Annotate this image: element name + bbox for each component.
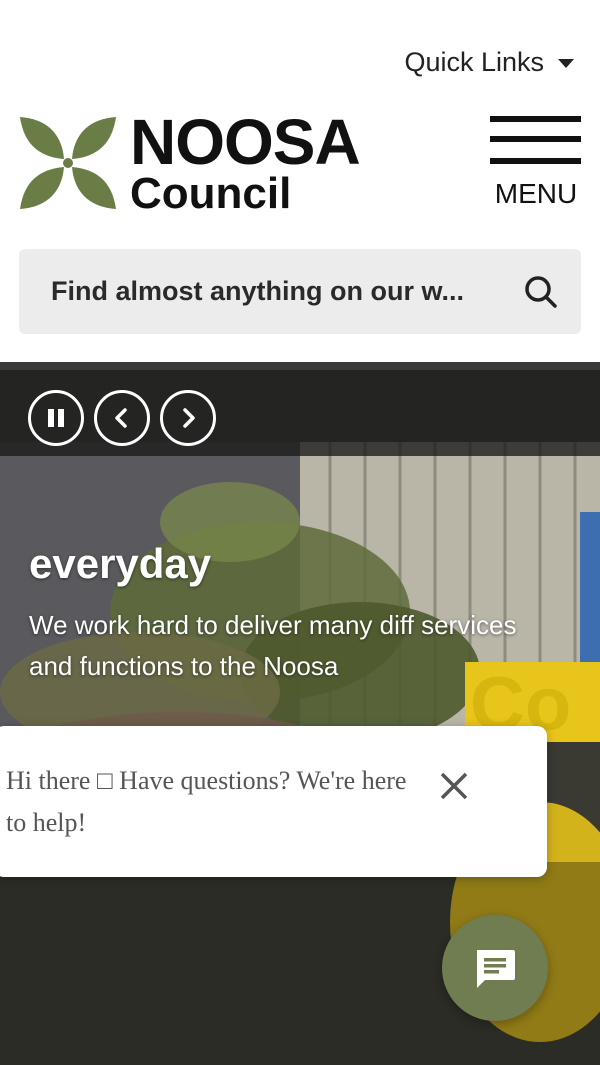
open-chat-button[interactable] (442, 915, 548, 1021)
search-placeholder: Find almost anything on our w... (51, 276, 464, 306)
menu-button[interactable]: MENU (490, 114, 582, 214)
chat-prompt-bubble[interactable]: Hi there □ Have questions? We're here to… (0, 726, 547, 877)
hero-body-text: We work hard to deliver many diff servic… (29, 610, 517, 681)
logo-subtitle: Council (130, 169, 292, 218)
chat-message-icon (477, 950, 515, 988)
hamburger-icon (490, 116, 581, 122)
hamburger-bar (490, 158, 581, 164)
previous-slide-button[interactable] (94, 390, 150, 446)
quick-links-label: Quick Links (404, 46, 544, 77)
carousel-controls-bar (0, 362, 600, 456)
caret-down-icon (558, 58, 574, 68)
quick-links-dropdown[interactable]: Quick Links (404, 42, 574, 82)
hamburger-bar (490, 136, 581, 142)
pause-button[interactable] (28, 390, 84, 446)
search-icon[interactable] (521, 272, 561, 312)
close-icon[interactable] (434, 766, 474, 806)
noosa-council-logo[interactable]: NOOSA Council (18, 106, 398, 218)
menu-label: MENU (494, 178, 578, 209)
next-slide-button[interactable] (160, 390, 216, 446)
pause-icon (48, 409, 64, 427)
chat-prompt-message: Hi there □ Have questions? We're here to… (6, 766, 407, 837)
chevron-left-icon (115, 408, 127, 428)
search-input[interactable]: Find almost anything on our w... (19, 249, 581, 334)
chevron-right-icon (183, 408, 195, 428)
leaf-logo-icon (20, 117, 116, 209)
hero-heading: everyday (29, 540, 212, 587)
logo-title: NOOSA (130, 106, 361, 178)
